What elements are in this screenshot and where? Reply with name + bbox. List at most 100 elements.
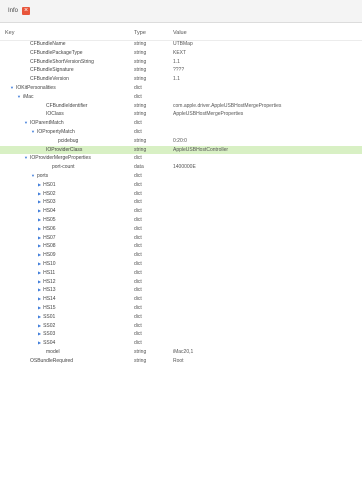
table-row[interactable]: ▼ IOPropertyMatch dict	[0, 128, 362, 137]
row-type: dict	[134, 172, 142, 179]
row-value: KEXT	[173, 49, 187, 56]
table-row[interactable]: OSBundleRequired string Root	[0, 357, 362, 366]
row-type: string	[134, 137, 147, 144]
table-row[interactable]: ▶ HS01 dict	[0, 181, 362, 190]
row-key: CFBundleShortVersionString	[30, 58, 94, 67]
table-row[interactable]: ▶ HS04 dict	[0, 207, 362, 216]
disclosure-closed-icon[interactable]: ▶	[38, 270, 41, 275]
disclosure-closed-icon[interactable]: ▶	[38, 314, 41, 319]
table-row[interactable]: ▼ IOKitPersonalities dict	[0, 84, 362, 93]
tab-info-label[interactable]: Info	[8, 8, 18, 14]
row-key-label: CFBundleName	[30, 41, 66, 47]
table-row[interactable]: ▼ ports dict	[0, 172, 362, 181]
row-type: dict	[134, 181, 142, 188]
disclosure-closed-icon[interactable]: ▶	[38, 208, 41, 213]
table-row[interactable]: ▶ SS01 dict	[0, 313, 362, 322]
table-row[interactable]: ▼ IOParentMatch dict	[0, 119, 362, 128]
table-row[interactable]: CFBundleVersion string 1.1	[0, 75, 362, 84]
table-row[interactable]: ▶ HS11 dict	[0, 269, 362, 278]
row-key-label: CFBundleSignature	[30, 67, 74, 74]
disclosure-closed-icon[interactable]: ▶	[38, 199, 41, 204]
disclosure-open-icon[interactable]: ▼	[24, 155, 28, 160]
disclosure-closed-icon[interactable]: ▶	[38, 191, 41, 196]
disclosure-closed-icon[interactable]: ▶	[38, 340, 41, 345]
disclosure-closed-icon[interactable]: ▶	[38, 279, 41, 284]
row-key: ▶ HS10	[38, 260, 56, 269]
row-value: AppleUSBHostMergeProperties	[173, 111, 244, 118]
table-row[interactable]: ▶ HS13 dict	[0, 286, 362, 295]
tab-bar: Info ×	[0, 0, 362, 23]
table-row[interactable]: CFBundleName string UTBMap	[0, 40, 362, 49]
row-key-label: OSBundleRequired	[30, 357, 74, 364]
table-row[interactable]: IOProviderClass string AppleUSBHostControl…	[0, 145, 362, 155]
row-key-label: HS14	[43, 296, 56, 303]
row-key-label: HS05	[43, 216, 56, 223]
value-column-header[interactable]: Value	[173, 30, 187, 36]
row-key-label: SS01	[43, 313, 56, 320]
table-row[interactable]: IOClass string AppleUSBHostMergeProperties	[0, 110, 362, 119]
table-row[interactable]: ▶ HS10 dict	[0, 260, 362, 269]
row-key: ▶ SS04	[38, 339, 55, 348]
disclosure-closed-icon[interactable]: ▶	[38, 296, 41, 301]
row-value: 0:20:0	[173, 137, 187, 144]
row-key: ▶ SS03	[38, 330, 55, 339]
disclosure-open-icon[interactable]: ▼	[31, 129, 35, 134]
row-key: port-count	[52, 163, 75, 172]
row-key-label: HS08	[43, 243, 56, 250]
row-key-label: HS01	[43, 181, 56, 188]
row-key: ▶ HS05	[38, 216, 56, 225]
table-row[interactable]: ▶ HS09 dict	[0, 251, 362, 260]
row-key: CFBundleName	[30, 40, 66, 49]
row-type: string	[134, 146, 147, 153]
disclosure-closed-icon[interactable]: ▶	[38, 261, 41, 266]
row-key: ▶ HS11	[38, 269, 55, 278]
table-row[interactable]: ▶ HS14 dict	[0, 295, 362, 304]
table-row[interactable]: CFBundleSignature string????	[0, 66, 362, 75]
table-row[interactable]: CFBundlePackageType string KEXT	[0, 49, 362, 58]
table-row[interactable]: ▶ SS02 dict	[0, 322, 362, 331]
row-value: UTBMap	[173, 41, 193, 47]
row-key-label: HS03	[43, 199, 56, 206]
row-type: dict	[134, 260, 142, 267]
disclosure-open-icon[interactable]: ▼	[24, 120, 28, 125]
table-row[interactable]: CFBundleShortVersionString string 1.1	[0, 58, 362, 67]
type-column-header[interactable]: Type	[134, 30, 146, 36]
table-row[interactable]: ▶ HS06 dict	[0, 225, 362, 234]
table-row[interactable]: ▶ HS02 dict	[0, 190, 362, 199]
disclosure-closed-icon[interactable]: ▶	[38, 323, 41, 328]
table-row[interactable]: ▶ HS08 dict	[0, 242, 362, 251]
table-row[interactable]: ▶ HS15 dict	[0, 304, 362, 313]
disclosure-closed-icon[interactable]: ▶	[38, 182, 41, 187]
table-row[interactable]: model string iMac20,1	[0, 348, 362, 357]
table-row[interactable]: ▼ IOProviderMergeProperties dict	[0, 154, 362, 163]
table-row[interactable]: ▶ SS03 dict	[0, 330, 362, 339]
disclosure-open-icon[interactable]: ▼	[10, 85, 14, 90]
close-icon[interactable]: ×	[22, 7, 31, 15]
row-key: ▶ HS12	[38, 278, 56, 287]
disclosure-closed-icon[interactable]: ▶	[38, 331, 41, 336]
table-row[interactable]: ▶ HS07 dict	[0, 234, 362, 243]
disclosure-closed-icon[interactable]: ▶	[38, 305, 41, 310]
disclosure-closed-icon[interactable]: ▶	[38, 226, 41, 231]
table-row[interactable]: pcidebug string 0:20:0	[0, 137, 362, 146]
table-row[interactable]: ▶ HS03 dict	[0, 198, 362, 207]
table-row[interactable]: CFBundleIdentifier string com.apple.driver…	[0, 102, 362, 111]
row-key-label: pcidebug	[58, 137, 79, 144]
disclosure-closed-icon[interactable]: ▶	[38, 287, 41, 292]
table-row[interactable]: ▶ SS04 dict	[0, 339, 362, 348]
disclosure-closed-icon[interactable]: ▶	[38, 235, 41, 240]
row-key: IOClass	[46, 110, 64, 119]
disclosure-closed-icon[interactable]: ▶	[38, 243, 41, 248]
disclosure-open-icon[interactable]: ▼	[31, 173, 35, 178]
key-column-header[interactable]: Key	[5, 30, 14, 36]
table-row[interactable]: port-count data 1400000E	[0, 163, 362, 172]
row-key: ▶ HS07	[38, 234, 56, 243]
row-type: string	[134, 102, 147, 109]
row-type: data	[134, 164, 144, 171]
disclosure-closed-icon[interactable]: ▶	[38, 217, 41, 222]
table-row[interactable]: ▶ HS12 dict	[0, 278, 362, 287]
table-row[interactable]: ▼ iMac dict	[0, 93, 362, 102]
disclosure-closed-icon[interactable]: ▶	[38, 252, 41, 257]
disclosure-open-icon[interactable]: ▼	[17, 94, 21, 99]
table-row[interactable]: ▶ HS05 dict	[0, 216, 362, 225]
